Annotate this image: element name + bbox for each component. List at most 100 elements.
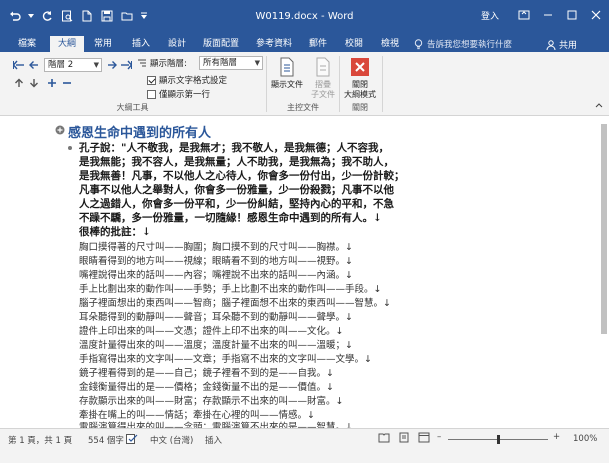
list-item[interactable]: 電腦演算得出來的叫——念頭；電腦演算不出來的是——智慧。↓ [79,419,353,428]
sign-in-link[interactable]: 登入 [481,9,499,22]
body-paragraph-line[interactable]: 是我無善！凡事，不以他人之心待人，你會多一份付出，少一份計較； [79,168,405,183]
collapse-subdocuments-icon [312,56,334,78]
list-item[interactable]: 耳朵聽得到的動靜叫——聲音；耳朵聽不到的動靜叫——聲學。↓ [79,309,353,323]
share-button[interactable]: 共用 [546,38,577,51]
status-bar: 第 1 頁，共 1 頁 554 個字 中文 (台灣) 插入 – + 100% [0,428,609,463]
body-paragraph-line[interactable]: 孔子說："人不敬我，是我無才；我不敬人，是我無德；人不容我， [79,140,389,155]
chevron-down-icon: ▼ [254,59,260,67]
tab-view[interactable]: 檢視 [375,36,405,52]
show-level-label: 顯示階層: [150,59,187,69]
person-icon [546,39,556,50]
minimize-icon[interactable] [541,8,555,22]
move-down-button[interactable] [27,76,41,90]
list-item[interactable]: 嘴裡說得出來的話叫——內容；嘴裡說不出來的話叫——內涵。↓ [79,267,353,281]
list-item[interactable]: 證件上印出來的叫——文憑；證件上印不出來的叫——文化。↓ [79,323,343,337]
print-layout-icon[interactable] [398,432,410,446]
show-text-formatting-checkbox[interactable] [147,75,156,85]
close-outline-icon [349,56,371,78]
zoom-out-button[interactable]: – [437,432,441,442]
tell-me-text: 告訴我您想要執行什麼 [427,40,513,50]
body-paragraph-line[interactable]: 不躁不驕，多一份雅量，一切隨緣！感恩生命中遇到的所有人。↓ [79,210,382,225]
demote-button[interactable] [105,58,119,72]
tab-home[interactable]: 常用 [88,36,118,52]
body-paragraph-line[interactable]: 人之過錯人，你會多一份平和，少一份糾結，堅持內心的平和，不急 [79,196,394,211]
show-document-button[interactable]: 顯示文件 [270,56,304,90]
close-outline-label: 關閉 大綱模式 [344,80,376,99]
tab-review[interactable]: 校閱 [339,36,369,52]
show-document-icon [276,56,298,78]
close-outline-view-button[interactable]: 關閉 大綱模式 [342,56,378,100]
show-level-select[interactable]: 所有階層 ▼ [199,56,263,70]
list-item[interactable]: 胸口摸得著的尺寸叫——胸圍；胸口摸不到的尺寸叫——胸襟。↓ [79,239,353,253]
tab-file[interactable]: 檔案 [10,36,44,52]
tab-layout[interactable]: 版面配置 [198,36,244,52]
collapse-ribbon-button[interactable] [592,98,606,112]
insert-mode[interactable]: 插入 [205,434,222,446]
show-first-line-label: 僅顯示第一行 [159,90,211,100]
word-count[interactable]: 554 個字 [88,434,124,446]
maximize-icon[interactable] [565,8,579,22]
outline-bullet-icon [68,146,72,150]
show-text-formatting-option[interactable]: 顯示文字格式設定 [147,74,227,86]
chevron-down-icon: ▼ [93,61,99,69]
move-up-button[interactable] [12,76,26,90]
zoom-level[interactable]: 100% [573,434,597,444]
zoom-in-button[interactable]: + [553,432,560,442]
expand-heading-icon[interactable] [55,125,65,135]
list-item[interactable]: 金錢衡量得出的是——價格；金錢衡量不出的是——價值。↓ [79,379,334,393]
tab-references[interactable]: 參考資料 [251,36,297,52]
expand-button[interactable] [45,76,59,90]
show-first-line-checkbox[interactable] [147,89,156,99]
list-item[interactable]: 腦子裡面想出的東西叫——智商；腦子裡面想不出來的東西叫——智慧。↓ [79,295,391,309]
close-icon[interactable] [589,8,603,22]
tell-me-box[interactable]: 告訴我您想要執行什麼 [414,38,512,50]
close-group-label: 關閉 [352,103,368,112]
tab-outline[interactable]: 大綱 [50,36,84,52]
tab-mailings[interactable]: 郵件 [303,36,333,52]
outline-tools-group-label: 大綱工具 [116,103,149,112]
master-document-group-label: 主控文件 [287,103,319,112]
show-first-line-option[interactable]: 僅顯示第一行 [147,88,210,100]
list-item[interactable]: 鏡子裡看得到的是——自己；鏡子裡看不到的是——自我。↓ [79,365,334,379]
list-item[interactable]: 手指寫得出來的文字叫——文章；手指寫不出來的文字叫——文學。↓ [79,351,372,365]
web-layout-icon[interactable] [418,432,430,446]
ribbon-tabs: 檔案 大綱 常用 插入 設計 版面配置 參考資料 郵件 校閱 檢視 告訴我您想要… [0,36,609,52]
body-paragraph-line[interactable]: 很棒的批註：↓ [79,224,151,239]
show-level-icon [138,59,146,67]
show-level-value: 所有階層 [203,58,238,68]
promote-button[interactable] [27,58,41,72]
title-bar: W0119.docx - Word 登入 [0,0,609,36]
promote-to-heading1-button[interactable] [12,58,26,72]
ribbon: 階層 2 ▼ 顯示階層: 所有階層 ▼ 顯示文字格式設定 僅顯示第一行 大綱工具 [0,52,609,116]
vertical-scrollbar[interactable] [599,116,609,428]
group-divider [382,56,383,112]
outline-level-select[interactable]: 階層 2 ▼ [44,58,102,72]
outline-heading[interactable]: 感恩生命中遇到的所有人 [68,122,211,141]
tab-design[interactable]: 設計 [162,36,192,52]
ribbon-display-options-icon[interactable] [517,8,531,22]
read-mode-icon[interactable] [378,432,390,446]
language-indicator[interactable]: 中文 (台灣) [150,434,193,446]
collapse-subdocuments-button[interactable]: 摺疊 子文件 [306,56,340,100]
body-paragraph-line[interactable]: 凡事不以他人之舉對人，你會多一份雅量，少一份殺戮；凡事不以他 [79,182,394,197]
show-text-formatting-label: 顯示文字格式設定 [159,76,228,86]
collapse-button[interactable] [60,76,74,90]
collapse-subdocuments-label: 摺疊 子文件 [311,80,335,99]
document-area[interactable]: 感恩生命中遇到的所有人 孔子說："人不敬我，是我無才；我不敬人，是我無德；人不容… [0,116,609,428]
lightbulb-icon [414,38,423,49]
outline-level-value: 階層 2 [48,60,74,70]
zoom-slider-thumb[interactable] [497,435,500,444]
scrollbar-thumb[interactable] [601,124,607,334]
show-document-label: 顯示文件 [271,80,303,89]
demote-to-body-button[interactable] [119,58,133,72]
list-item[interactable]: 手上比劃出來的動作叫——手勢；手上比劃不出來的動作叫——手段。↓ [79,281,381,295]
body-paragraph-line[interactable]: 是我無能；我不容人，是我無量；人不助我，是我無為；我不助人， [79,154,394,169]
list-item[interactable]: 存款顯示出來的叫——財富；存款顯示不出來的叫——財富。↓ [79,393,343,407]
share-label: 共用 [559,41,578,51]
list-item[interactable]: 眼睛看得到的地方叫——視線；眼睛看不到的地方叫——視野。↓ [79,253,353,267]
list-item[interactable]: 溫度計量得出來的叫——溫度；溫度計量不出來的叫——溫暖；↓ [79,337,353,351]
show-level-row: 顯示階層: [137,57,187,69]
proofing-icon[interactable] [126,434,138,447]
tab-insert[interactable]: 插入 [126,36,156,52]
page-count[interactable]: 第 1 頁，共 1 頁 [8,434,72,446]
